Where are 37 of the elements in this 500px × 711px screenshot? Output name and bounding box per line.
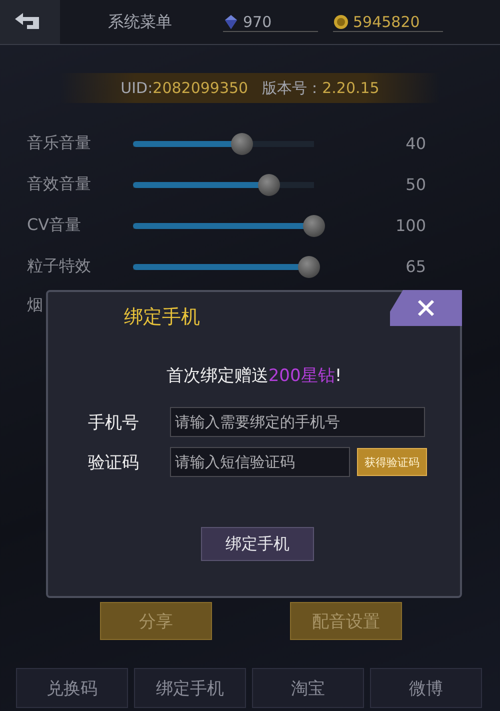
setting-label: 音效音量 [27,174,91,195]
slider-thumb[interactable] [298,256,320,278]
slider-thumb[interactable] [303,214,325,236]
setting-label: CV音量 [27,215,82,236]
slider-value: 100 [395,216,426,235]
menu-tab[interactable]: 兑换码 [16,668,128,708]
slider-value: 65 [406,257,426,276]
version-value: 2.20.15 [322,79,380,97]
bind-button[interactable]: 绑定手机 [201,527,314,561]
uid-label: UID: [120,79,153,97]
code-field[interactable]: 请输入短信验证码 [170,447,350,477]
menu-tab[interactable]: 淘宝 [252,668,364,708]
diamond-icon [223,14,239,30]
slider-thumb[interactable] [258,174,280,196]
version-label: 版本号： [262,78,322,98]
phone-field[interactable]: 请输入需要绑定的手机号 [170,407,425,437]
setting-label: 音乐音量 [27,133,91,154]
close-button[interactable] [390,290,462,326]
diamond-count: 970 [243,12,272,30]
get-code-button[interactable]: 获得验证码 [357,448,427,476]
menu-tab[interactable]: 微博 [370,668,482,708]
field-label: 验证码 [88,452,140,474]
menu-tab[interactable]: 绑定手机 [134,668,246,708]
bonus-message: 首次绑定赠送200星钻! [165,365,343,387]
setting-label: 烟 [27,295,43,316]
coin-icon [333,14,349,30]
setting-label: 粒子特效 [27,256,91,277]
slider-thumb[interactable] [230,132,253,154]
menu-title: 系统菜单 [108,12,173,32]
close-icon [416,298,436,318]
field-label: 手机号 [88,412,140,434]
uid-value: 2082099350 [152,79,248,97]
back-button[interactable] [0,0,60,44]
slider-value: 50 [406,175,426,194]
coin-count: 5945820 [353,12,420,30]
slider-value: 40 [406,134,426,153]
dialog-title: 绑定手机 [124,305,200,330]
